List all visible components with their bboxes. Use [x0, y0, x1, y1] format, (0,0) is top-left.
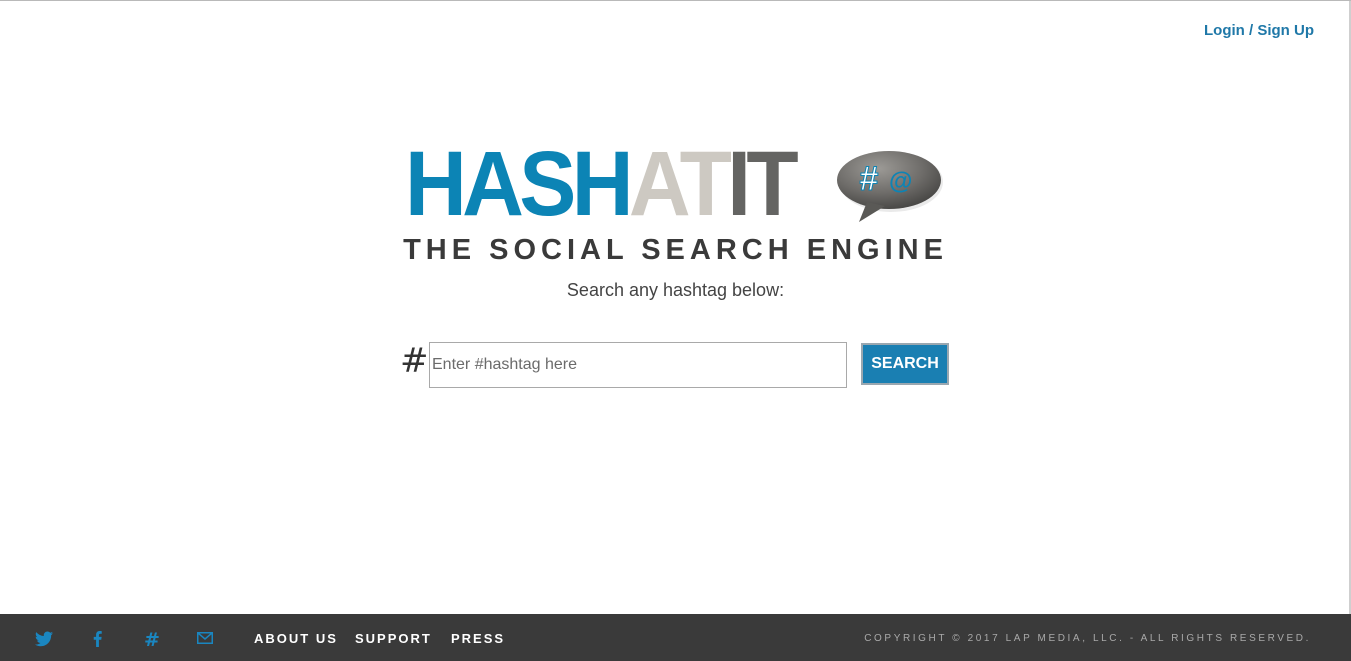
logo-at-text: AT: [628, 133, 732, 235]
login-signup-link[interactable]: Login / Sign Up: [1204, 22, 1314, 39]
hashatit-logo[interactable]: HASHATIT # @: [405, 138, 950, 230]
search-instructions: Search any hashtag below:: [566, 280, 785, 300]
hashtag-icon[interactable]: #: [144, 629, 160, 651]
copyright-text: COPYRIGHT © 2017 LAP MEDIA, LLC. - ALL R…: [864, 633, 1311, 644]
hashtag-prefix-symbol: #: [400, 341, 429, 381]
twitter-icon[interactable]: [35, 631, 53, 652]
logo-it-text: IT: [727, 133, 798, 235]
facebook-icon[interactable]: [93, 631, 102, 652]
footer-link-about-us[interactable]: ABOUT US: [254, 631, 338, 646]
footer-link-press[interactable]: PRESS: [451, 631, 505, 646]
footer: # ABOUT US SUPPORT PRESS COPYRIGHT © 201…: [0, 614, 1351, 661]
tagline: THE SOCIAL SEARCH ENGINE: [403, 234, 948, 266]
email-icon[interactable]: [197, 631, 213, 649]
svg-text:@: @: [889, 168, 912, 195]
footer-link-support[interactable]: SUPPORT: [355, 631, 432, 646]
speech-bubble-icon: # @: [837, 151, 943, 222]
logo-hash-text: HASH: [405, 133, 633, 235]
svg-text:#: #: [859, 160, 878, 198]
search-button[interactable]: SEARCH: [861, 343, 949, 385]
hashtag-search-input[interactable]: [429, 342, 847, 388]
logo-wordmark: HASHATIT: [405, 138, 799, 230]
